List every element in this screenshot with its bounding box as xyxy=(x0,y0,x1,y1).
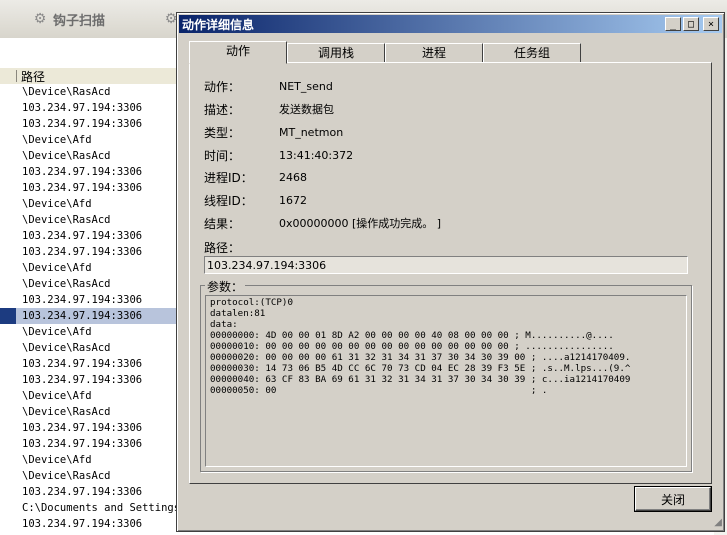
params-line: data: xyxy=(210,319,238,330)
action-tab-panel: 动作： NET_send 描述： 发送数据包 类型： MT_netmon 时间：… xyxy=(189,62,712,484)
close-button[interactable]: 关闭 xyxy=(634,486,712,512)
field-value: 2468 xyxy=(279,171,307,184)
tab-process[interactable]: 进程 xyxy=(385,43,483,63)
field-label: 描述： xyxy=(204,103,241,117)
params-line: 00000040: 63 CF 83 BA 69 61 31 32 31 34 … xyxy=(210,374,631,385)
maximize-button[interactable]: □ xyxy=(683,17,699,31)
params-label: 参数： xyxy=(205,278,246,295)
field-value: NET_send xyxy=(279,80,333,93)
close-window-button[interactable]: × xyxy=(703,17,719,31)
params-line: 00000020: 00 00 00 00 61 31 32 31 34 31 … xyxy=(210,352,631,363)
minimize-button[interactable]: _ xyxy=(665,17,681,31)
gear-icon: ⚙ xyxy=(33,11,47,27)
field-label: 动作： xyxy=(204,80,241,94)
title-bar[interactable]: 动作详细信息 _ □ × xyxy=(179,15,722,33)
field-label: 进程ID： xyxy=(204,171,253,185)
params-line: 00000030: 14 73 06 B5 4D CC 6C 70 73 CD … xyxy=(210,363,631,374)
params-line: 00000050: 00 ; . xyxy=(210,385,548,396)
column-divider[interactable] xyxy=(16,70,17,82)
tab-action[interactable]: 动作 xyxy=(189,41,287,64)
field-label: 时间： xyxy=(204,149,241,163)
resize-grip-icon[interactable]: ◢ xyxy=(710,517,722,529)
field-label: 结果： xyxy=(204,217,241,231)
params-group: 参数： protocol:(TCP)0 datalen:81 data: 000000… xyxy=(200,278,692,472)
field-value: 1672 xyxy=(279,194,307,207)
hook-scan-label: 钩子扫描 xyxy=(53,13,106,29)
params-line: 00000000: 4D 00 00 01 8D A2 00 00 00 00 … xyxy=(210,330,614,341)
field-value: MT_netmon xyxy=(279,126,344,139)
params-line: datalen:81 xyxy=(210,308,266,319)
field-value: 0x00000000 [操作成功完成。 ] xyxy=(279,217,442,230)
tab-bar: 动作 调用栈 进程 任务组 xyxy=(189,41,581,64)
path-field[interactable]: 103.234.97.194:3306 xyxy=(204,256,688,274)
params-line: 00000010: 00 00 00 00 00 00 00 00 00 00 … xyxy=(210,341,614,352)
field-value: 发送数据包 xyxy=(279,103,334,116)
params-line: protocol:(TCP)0 xyxy=(210,297,293,308)
params-text-area[interactable]: protocol:(TCP)0 datalen:81 data: 00000000: … xyxy=(205,295,687,467)
field-value: 13:41:40:372 xyxy=(279,149,354,162)
hook-scan-button[interactable]: ⚙ 钩子扫描 xyxy=(32,8,105,30)
field-label: 线程ID： xyxy=(204,194,253,208)
field-label: 类型： xyxy=(204,126,241,140)
path-label: 路径： xyxy=(204,241,241,255)
tab-task-group[interactable]: 任务组 xyxy=(483,43,581,63)
action-details-dialog: 动作详细信息 _ □ × 动作 调用栈 进程 任务组 动作： NET_send … xyxy=(176,12,725,532)
tab-call-stack[interactable]: 调用栈 xyxy=(287,43,385,63)
column-header-path[interactable]: 路径 xyxy=(21,68,45,85)
dialog-title: 动作详细信息 xyxy=(182,17,255,32)
